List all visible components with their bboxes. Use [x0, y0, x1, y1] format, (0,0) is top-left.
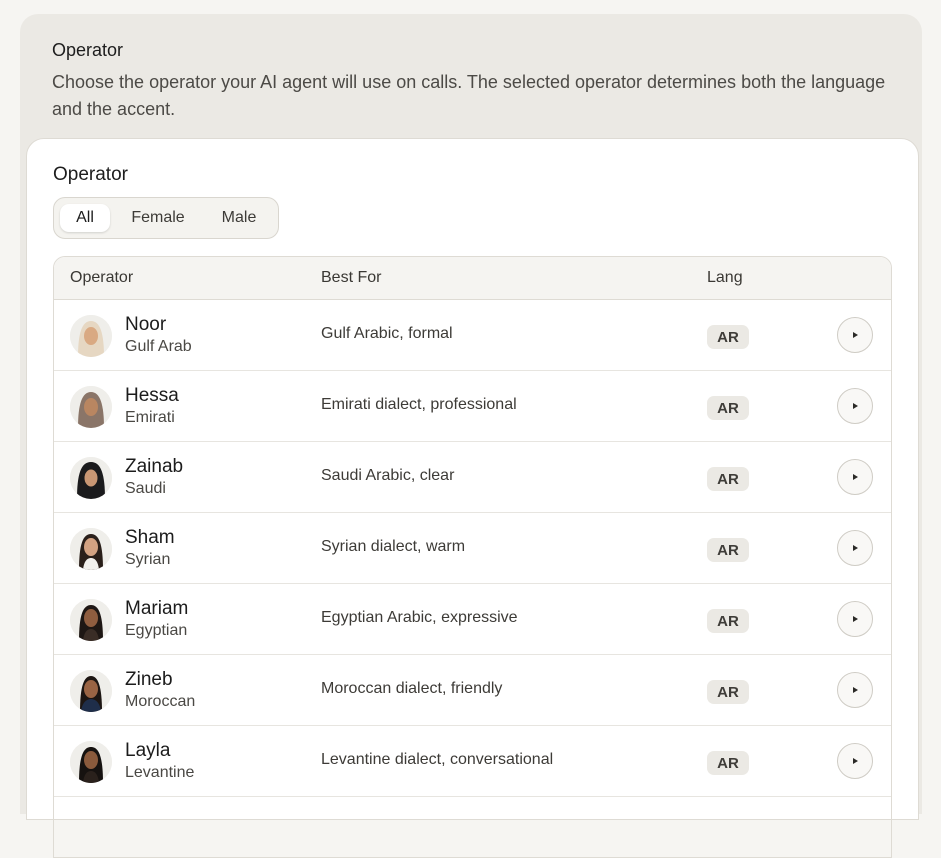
- operator-region: Gulf Arab: [125, 338, 192, 355]
- operator-name: Layla: [125, 740, 171, 761]
- operator-name: Sham: [125, 527, 175, 548]
- lang-badge: AR: [707, 325, 749, 349]
- table-row[interactable]: Hessa Emirati Emirati dialect, professio…: [54, 371, 891, 442]
- table-header: Operator Best For Lang: [54, 257, 891, 300]
- lang-badge: AR: [707, 538, 749, 562]
- operator-card: Operator All Female Male Operator Best F…: [26, 138, 919, 858]
- operator-best-for: Syrian dialect, warm: [321, 538, 466, 555]
- operator-best-for: Moroccan dialect, friendly: [321, 680, 503, 697]
- gender-filter: All Female Male: [53, 197, 279, 239]
- hijab-woman-avatar-icon: [70, 386, 112, 428]
- operator-name: Hessa: [125, 385, 179, 406]
- operator-name: Zineb: [125, 669, 173, 690]
- play-icon: [853, 474, 858, 480]
- table-row[interactable]: Layla Levantine Levantine dialect, conve…: [54, 726, 891, 797]
- panel-description: Choose the operator your AI agent will u…: [52, 72, 886, 119]
- lang-badge: AR: [707, 609, 749, 633]
- play-icon: [853, 616, 858, 622]
- filter-male-button[interactable]: Male: [206, 204, 272, 232]
- play-icon: [853, 687, 858, 693]
- play-sample-button[interactable]: [837, 459, 873, 495]
- operator-region: Syrian: [125, 551, 171, 568]
- filter-all-button[interactable]: All: [60, 204, 110, 232]
- operator-region: Moroccan: [125, 693, 196, 710]
- operator-name: Noor: [125, 314, 167, 335]
- woman-avatar-icon: [70, 670, 112, 712]
- table-row[interactable]: Noor Gulf Arab Gulf Arabic, formal AR: [54, 300, 891, 371]
- play-sample-button[interactable]: [837, 388, 873, 424]
- play-sample-button[interactable]: [837, 317, 873, 353]
- lang-badge: AR: [707, 467, 749, 491]
- play-sample-button[interactable]: [837, 601, 873, 637]
- operator-region: Levantine: [125, 764, 195, 781]
- play-sample-button[interactable]: [837, 672, 873, 708]
- play-sample-button[interactable]: [837, 743, 873, 779]
- hijab-woman-avatar-icon: [70, 315, 112, 357]
- operator-region: Egyptian: [125, 622, 188, 639]
- filter-female-button[interactable]: Female: [118, 204, 198, 232]
- operator-name: Mariam: [125, 598, 189, 619]
- column-header-best-for: Best For: [321, 269, 382, 286]
- operator-best-for: Emirati dialect, professional: [321, 396, 517, 413]
- operator-best-for: Gulf Arabic, formal: [321, 325, 453, 342]
- play-icon: [853, 758, 858, 764]
- operator-name: Zainab: [125, 456, 184, 477]
- column-header-operator: Operator: [70, 269, 134, 286]
- lang-badge: AR: [707, 396, 749, 420]
- woman-avatar-icon: [70, 741, 112, 783]
- column-header-lang: Lang: [707, 269, 743, 286]
- play-icon: [853, 332, 858, 338]
- play-icon: [853, 403, 858, 409]
- play-icon: [853, 545, 858, 551]
- lang-badge: AR: [707, 751, 749, 775]
- card-title: Operator: [53, 164, 128, 185]
- operator-best-for: Levantine dialect, conversational: [321, 751, 554, 768]
- panel-title: Operator: [52, 40, 124, 60]
- hijab-woman-avatar-icon: [70, 457, 112, 499]
- operator-region: Saudi: [125, 480, 166, 497]
- woman-avatar-icon: [70, 528, 112, 570]
- table-row[interactable]: Sham Syrian Syrian dialect, warm AR: [54, 513, 891, 584]
- play-sample-button[interactable]: [837, 530, 873, 566]
- table-row[interactable]: Zainab Saudi Saudi Arabic, clear AR: [54, 442, 891, 513]
- table-row[interactable]: Zineb Moroccan Moroccan dialect, friendl…: [54, 655, 891, 726]
- table-row[interactable]: Mariam Egyptian Egyptian Arabic, express…: [54, 584, 891, 655]
- lang-badge: AR: [707, 680, 749, 704]
- operator-region: Emirati: [125, 409, 175, 426]
- woman-avatar-icon: [70, 599, 112, 641]
- operator-best-for: Egyptian Arabic, expressive: [321, 609, 518, 626]
- operators-table: Operator Best For Lang Noor Gulf Arab Gu…: [53, 256, 892, 858]
- operator-best-for: Saudi Arabic, clear: [321, 467, 455, 484]
- panel-header: Operator Choose the operator your AI age…: [52, 40, 892, 123]
